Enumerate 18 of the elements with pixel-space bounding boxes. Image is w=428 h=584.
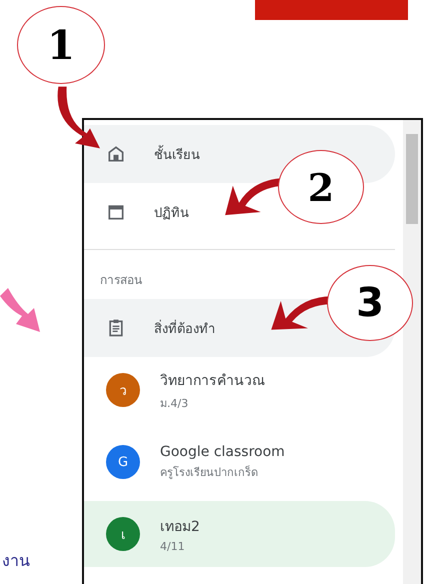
home-icon: [106, 144, 126, 164]
class-item[interactable]: เ เทอม2 4/11: [84, 501, 395, 567]
class-name: เทอม2: [160, 518, 200, 537]
class-subtitle: 4/11: [160, 540, 186, 553]
class-avatar: ว: [106, 373, 140, 407]
class-item[interactable]: G Google classroom ครูโรงเรียนปากเกร็ด: [84, 429, 395, 495]
class-name: วิทยาการคำนวณ: [160, 372, 265, 390]
class-avatar: G: [106, 445, 140, 479]
class-subtitle: ครูโรงเรียนปากเกร็ด: [160, 464, 259, 480]
class-item[interactable]: ว วิทยาการคำนวณ ม.4/3: [84, 357, 395, 423]
scrollbar[interactable]: [403, 120, 421, 584]
nav-item[interactable]: ปฏิทิน: [84, 183, 209, 241]
class-subtitle: ม.4/3: [160, 396, 190, 412]
side-text: งาน: [2, 550, 30, 572]
class-name: Google classroom: [160, 444, 285, 460]
class-avatar: เ: [106, 517, 140, 551]
section-heading: การสอน: [99, 272, 143, 289]
step-number-tooltip: 1: [17, 6, 105, 84]
